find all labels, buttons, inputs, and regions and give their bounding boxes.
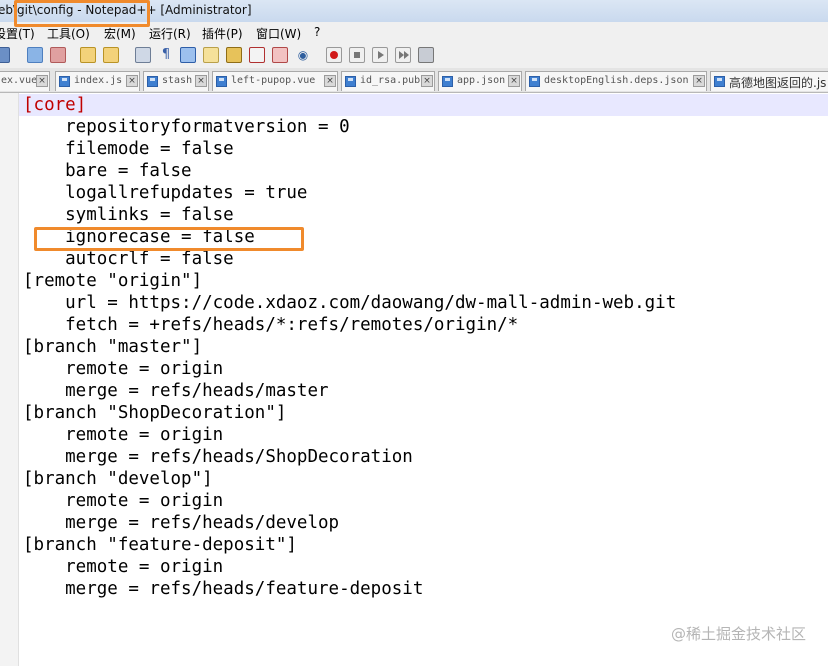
code-line: filemode = false	[23, 139, 234, 159]
code-line: merge = refs/heads/ShopDecoration	[23, 447, 413, 467]
zoom-in-icon[interactable]	[27, 47, 43, 63]
code-line: merge = refs/heads/feature-deposit	[23, 579, 424, 599]
tab-index-js[interactable]: index.js ×	[55, 71, 140, 91]
monitor-icon[interactable]: ◉	[295, 47, 311, 63]
file-icon	[147, 76, 158, 87]
code-line: [branch "master"]	[23, 337, 203, 357]
file-icon	[529, 76, 540, 87]
close-icon[interactable]: ×	[36, 75, 48, 87]
close-icon[interactable]: ×	[693, 75, 705, 87]
save-macro-icon[interactable]	[418, 47, 434, 63]
file-icon	[216, 76, 227, 87]
tab-app-json[interactable]: app.json ×	[438, 71, 522, 91]
file-icon	[59, 76, 70, 87]
show-all-chars-icon[interactable]: ¶	[158, 47, 174, 63]
tab-label: index.js	[74, 75, 123, 86]
tab-label: ex.vue	[1, 75, 38, 86]
panel-icon[interactable]	[272, 47, 288, 63]
code-line: [remote "origin"]	[23, 271, 203, 291]
tab-stash[interactable]: stash ×	[143, 71, 209, 91]
close-icon[interactable]: ×	[508, 75, 520, 87]
code-line: merge = refs/heads/master	[23, 381, 329, 401]
file-icon	[714, 76, 725, 87]
tab-label: id_rsa.pub	[360, 75, 421, 86]
menu-macro[interactable]: 宏(M)	[104, 25, 136, 42]
code-line: remote = origin	[23, 557, 224, 577]
tab-label: left-pupop.vue	[231, 75, 316, 86]
code-line: merge = refs/heads/develop	[23, 513, 340, 533]
code-line: [branch "develop"]	[23, 469, 213, 489]
menu-plugins[interactable]: 插件(P)	[202, 25, 243, 42]
code-line: symlinks = false	[23, 205, 234, 225]
close-icon[interactable]: ×	[195, 75, 207, 87]
tab-id-rsa-pub[interactable]: id_rsa.pub ×	[341, 71, 435, 91]
code-line: remote = origin	[23, 491, 224, 511]
editor-area[interactable]: [core] repositoryformatversion = 0 filem…	[0, 93, 828, 666]
code-line: [branch "ShopDecoration"]	[23, 403, 287, 423]
tab-label: stash	[162, 75, 193, 86]
tab-label: 高德地图返回的.js	[729, 76, 827, 90]
doc-map-icon[interactable]	[226, 47, 242, 63]
play-macro-icon[interactable]	[372, 47, 388, 63]
code-line: repositoryformatversion = 0	[23, 117, 350, 137]
code-line: remote = origin	[23, 359, 224, 379]
code-line: [branch "feature-deposit"]	[23, 535, 297, 555]
tab-label: app.json	[457, 75, 506, 86]
sync-scroll-h-icon[interactable]	[103, 47, 119, 63]
menu-run[interactable]: 运行(R)	[149, 25, 191, 42]
menu-help[interactable]: ?	[314, 25, 320, 39]
tab-bar: ex.vue × index.js × stash × left-pupop.v…	[0, 68, 828, 93]
record-macro-icon[interactable]	[326, 47, 342, 63]
close-icon[interactable]: ×	[421, 75, 433, 87]
menu-settings[interactable]: 设置(T)	[0, 25, 35, 42]
code-line: remote = origin	[23, 425, 224, 445]
indent-guide-icon[interactable]	[180, 47, 196, 63]
code-line: autocrlf = false	[23, 249, 234, 269]
stop-macro-icon[interactable]	[349, 47, 365, 63]
word-wrap-icon[interactable]	[135, 47, 151, 63]
tab-desktopenglish-deps-json[interactable]: desktopEnglish.deps.json ×	[525, 71, 707, 91]
ignorecase-highlight-box	[34, 227, 304, 251]
tab-left-pupop-vue[interactable]: left-pupop.vue ×	[212, 71, 338, 91]
file-icon	[442, 76, 453, 87]
code-line: url = https://code.xdaoz.com/daowang/dw-…	[23, 293, 677, 313]
close-icon[interactable]: ×	[126, 75, 138, 87]
close-icon[interactable]: ×	[324, 75, 336, 87]
tab-ex-vue[interactable]: ex.vue ×	[0, 71, 50, 91]
menu-tools[interactable]: 工具(O)	[47, 25, 90, 42]
code-line: fetch = +refs/heads/*:refs/remotes/origi…	[23, 315, 519, 335]
function-list-icon[interactable]	[203, 47, 219, 63]
sync-scroll-icon[interactable]	[80, 47, 96, 63]
file-icon	[345, 76, 356, 87]
toolbar: ¶ ◉	[0, 42, 828, 69]
find-icon[interactable]	[0, 47, 10, 63]
current-line-highlight	[19, 94, 828, 116]
menu-window[interactable]: 窗口(W)	[256, 25, 301, 42]
tab-gaode-map-js[interactable]: 高德地图返回的.js	[710, 71, 828, 91]
zoom-out-icon[interactable]	[50, 47, 66, 63]
code-line: bare = false	[23, 161, 192, 181]
tab-label: desktopEnglish.deps.json	[544, 75, 689, 86]
code-line: logallrefupdates = true	[23, 183, 308, 203]
script-icon[interactable]	[249, 47, 265, 63]
line-gutter	[0, 93, 19, 666]
title-highlight-box	[14, 0, 150, 27]
code-line: [core]	[23, 95, 87, 115]
run-macro-multiple-icon[interactable]	[395, 47, 411, 63]
watermark: @稀土掘金技术社区	[670, 625, 806, 643]
